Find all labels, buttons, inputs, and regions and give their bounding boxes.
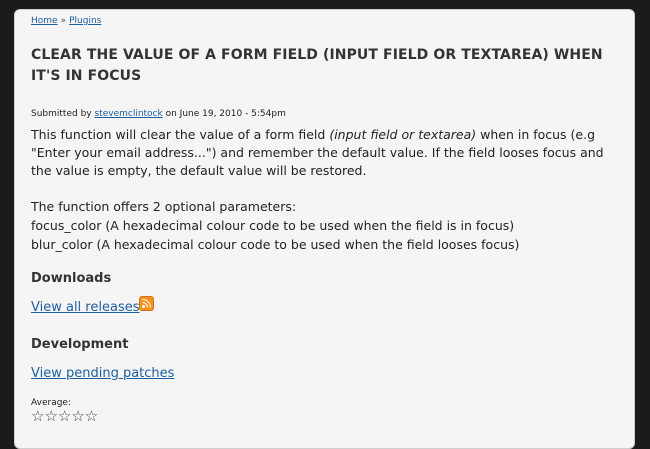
rss-icon[interactable]	[139, 296, 154, 311]
breadcrumb: Home» Plugins	[31, 16, 618, 26]
view-all-releases-link[interactable]: View all releases	[31, 300, 139, 315]
parameters-paragraph: The function offers 2 optional parameter…	[31, 197, 618, 254]
breadcrumb-plugins-link[interactable]: Plugins	[69, 16, 101, 26]
star-rating-widget[interactable]: ☆☆☆☆☆	[31, 408, 618, 424]
params-intro: The function offers 2 optional parameter…	[31, 199, 297, 214]
author-link[interactable]: stevemclintock	[94, 109, 162, 119]
param-focus-color: focus_color (A hexadecimal colour code t…	[31, 218, 515, 233]
description-part1: This function will clear the value of a …	[31, 127, 330, 142]
development-heading: Development	[31, 337, 129, 352]
description-paragraph: This function will clear the value of a …	[31, 126, 618, 180]
downloads-heading: Downloads	[31, 271, 112, 286]
breadcrumb-separator: »	[60, 16, 67, 26]
breadcrumb-home-link[interactable]: Home	[31, 16, 58, 26]
submitted-prefix: Submitted by	[31, 109, 92, 119]
description-italic: (input field or textarea)	[329, 127, 477, 142]
view-pending-patches-link[interactable]: View pending patches	[31, 366, 174, 381]
development-links: View pending patches	[31, 366, 618, 386]
submitted-info: Submitted by stevemclintock on June 19, …	[31, 109, 618, 119]
page-title: CLEAR THE VALUE OF A FORM FIELD (INPUT F…	[31, 47, 603, 84]
submitted-date: on June 19, 2010 - 5:54pm	[165, 109, 286, 119]
param-blur-color: blur_color (A hexadecimal colour code to…	[31, 237, 520, 252]
downloads-links: View all releases	[31, 296, 618, 320]
average-rating-label: Average:	[31, 398, 71, 408]
content-panel: Home» Plugins CLEAR THE VALUE OF A FORM F…	[14, 9, 635, 449]
